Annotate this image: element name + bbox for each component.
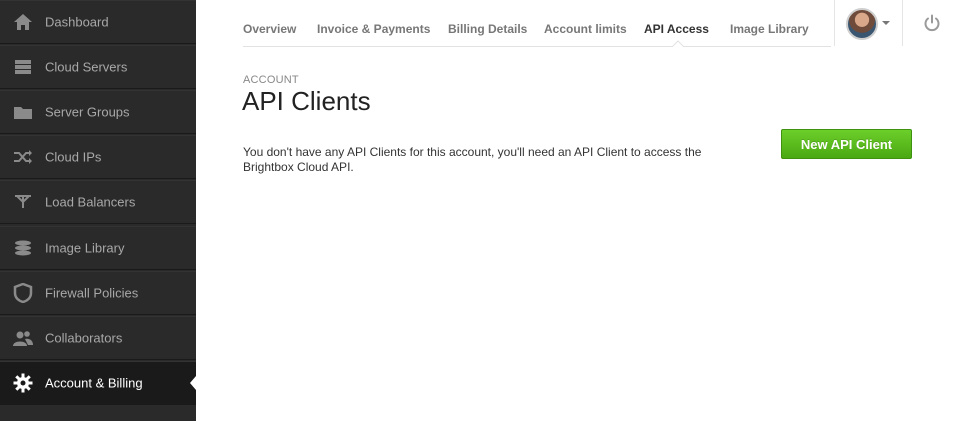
- sidebar-item-label: Cloud Servers: [45, 59, 128, 75]
- tab-overview[interactable]: Overview: [243, 22, 296, 36]
- sidebar-item-server-groups[interactable]: Server Groups: [0, 90, 196, 134]
- sidebar-item-cloud-ips[interactable]: Cloud IPs: [0, 135, 196, 179]
- users-icon: [12, 327, 34, 349]
- sidebar-item-label: Image Library: [45, 240, 125, 256]
- top-nav: Overview Invoice & Payments Billing Deta…: [196, 0, 960, 48]
- sidebar-item-label: Account & Billing: [45, 375, 143, 391]
- active-tab-caret: [672, 40, 684, 47]
- empty-state-message: You don't have any API Clients for this …: [243, 145, 702, 174]
- tab-image-library[interactable]: Image Library: [730, 22, 809, 36]
- tab-billing-details[interactable]: Billing Details: [448, 22, 527, 36]
- page-title: API Clients: [242, 86, 371, 116]
- section-eyebrow: ACCOUNT: [243, 74, 299, 86]
- sidebar-item-account-billing[interactable]: Account & Billing: [0, 361, 196, 405]
- sidebar-item-label: Cloud IPs: [45, 149, 102, 165]
- sidebar-item-label: Collaborators: [45, 330, 123, 346]
- user-menu[interactable]: [846, 8, 892, 40]
- nav-divider: [902, 0, 903, 46]
- shield-icon: [12, 282, 34, 304]
- sidebar-item-label: Server Groups: [45, 104, 130, 120]
- home-icon: [12, 11, 34, 33]
- sidebar-item-label: Firewall Policies: [45, 285, 139, 301]
- sidebar-item-image-library[interactable]: Image Library: [0, 226, 196, 270]
- new-api-client-button[interactable]: New API Client: [781, 129, 912, 159]
- power-icon[interactable]: [923, 14, 941, 32]
- load-balancer-icon: [12, 191, 34, 213]
- sidebar-item-collaborators[interactable]: Collaborators: [0, 316, 196, 360]
- chevron-down-icon: [882, 21, 890, 25]
- sidebar-item-label: Load Balancers: [45, 194, 136, 210]
- folder-icon: [12, 101, 34, 123]
- sidebar-item-load-balancers[interactable]: Load Balancers: [0, 180, 196, 224]
- sidebar-item-dashboard[interactable]: Dashboard: [0, 0, 196, 44]
- nav-divider: [834, 0, 835, 46]
- avatar: [846, 8, 878, 40]
- tab-api-access[interactable]: API Access: [644, 22, 709, 36]
- sidebar: Dashboard Cloud Servers Server Groups Cl…: [0, 0, 196, 421]
- sidebar-item-cloud-servers[interactable]: Cloud Servers: [0, 45, 196, 89]
- tab-invoice-payments[interactable]: Invoice & Payments: [317, 22, 430, 36]
- sidebar-item-firewall-policies[interactable]: Firewall Policies: [0, 271, 196, 315]
- nav-underline: [243, 46, 831, 47]
- gear-icon: [12, 372, 34, 394]
- sidebar-item-label: Dashboard: [45, 14, 109, 30]
- database-icon: [12, 237, 34, 259]
- server-icon: [12, 56, 34, 78]
- shuffle-icon: [12, 146, 34, 168]
- tab-account-limits[interactable]: Account limits: [544, 22, 627, 36]
